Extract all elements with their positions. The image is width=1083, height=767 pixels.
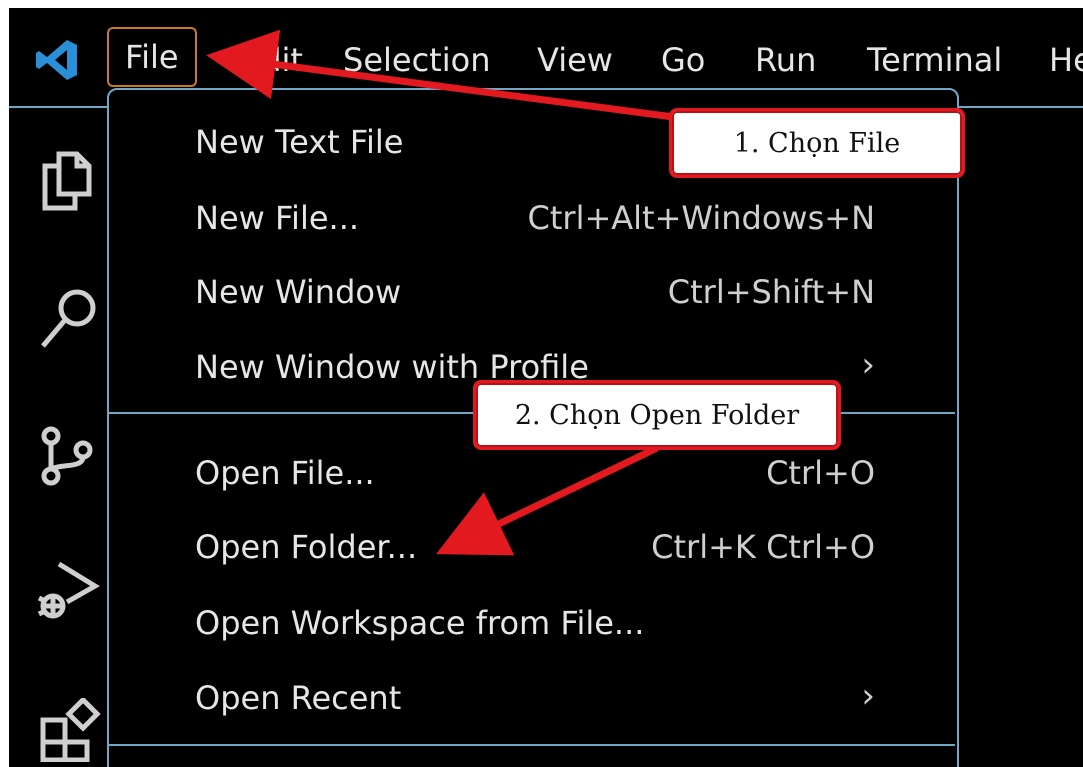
arrow-to-open-folder bbox=[436, 444, 659, 556]
annotation-step-1: 1. Chọn File bbox=[669, 108, 965, 178]
vscode-window: File Edit Selection View Go Run Terminal… bbox=[9, 8, 1083, 767]
arrow-to-file-menu bbox=[206, 29, 682, 122]
annotation-step-2: 2. Chọn Open Folder bbox=[473, 380, 841, 450]
